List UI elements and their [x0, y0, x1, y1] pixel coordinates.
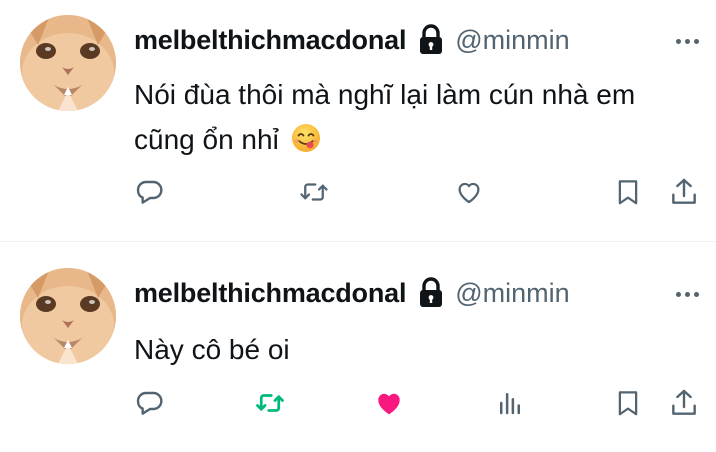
tweet-text-content: Nói đùa thôi mà nghĩ lại làm cún nhà em …	[134, 79, 636, 155]
more-options-icon[interactable]	[676, 39, 699, 44]
tweet-actions	[0, 383, 716, 423]
share-icon[interactable]	[666, 383, 702, 423]
tweet-actions	[0, 172, 716, 212]
retweet-icon[interactable]	[296, 172, 332, 212]
reply-icon[interactable]	[132, 172, 168, 212]
analytics-icon[interactable]	[492, 383, 528, 423]
lock-icon	[417, 24, 445, 56]
face-savoring-food-emoji	[291, 121, 321, 152]
user-handle[interactable]: @minmin	[455, 278, 569, 309]
avatar-cat-image	[20, 268, 116, 364]
avatar[interactable]	[20, 15, 116, 111]
avatar-cat-image	[20, 15, 116, 111]
share-icon[interactable]	[666, 172, 702, 212]
like-icon[interactable]	[451, 172, 487, 212]
tweet-header: melbelthichmacdonal @minmin	[134, 277, 570, 309]
tweet-text: Này cô bé oi	[134, 327, 694, 372]
tweet-text-content: Này cô bé oi	[134, 334, 290, 365]
tweet-header: melbelthichmacdonal @minmin	[134, 24, 570, 56]
more-options-icon[interactable]	[676, 292, 699, 297]
bookmark-icon[interactable]	[610, 383, 646, 423]
tweet-2[interactable]: melbelthichmacdonal @minmin Này cô bé oi	[0, 242, 716, 452]
avatar[interactable]	[20, 268, 116, 364]
bookmark-icon[interactable]	[610, 172, 646, 212]
tweet-1[interactable]: melbelthichmacdonal @minmin Nói đùa thôi…	[0, 0, 716, 242]
user-handle[interactable]: @minmin	[455, 25, 569, 56]
display-name[interactable]: melbelthichmacdonal	[134, 278, 406, 309]
like-icon[interactable]	[371, 383, 407, 423]
display-name[interactable]: melbelthichmacdonal	[134, 25, 406, 56]
lock-icon	[417, 277, 445, 309]
retweet-icon[interactable]	[252, 383, 288, 423]
reply-icon[interactable]	[132, 383, 168, 423]
tweet-text: Nói đùa thôi mà nghĩ lại làm cún nhà em …	[134, 72, 694, 162]
